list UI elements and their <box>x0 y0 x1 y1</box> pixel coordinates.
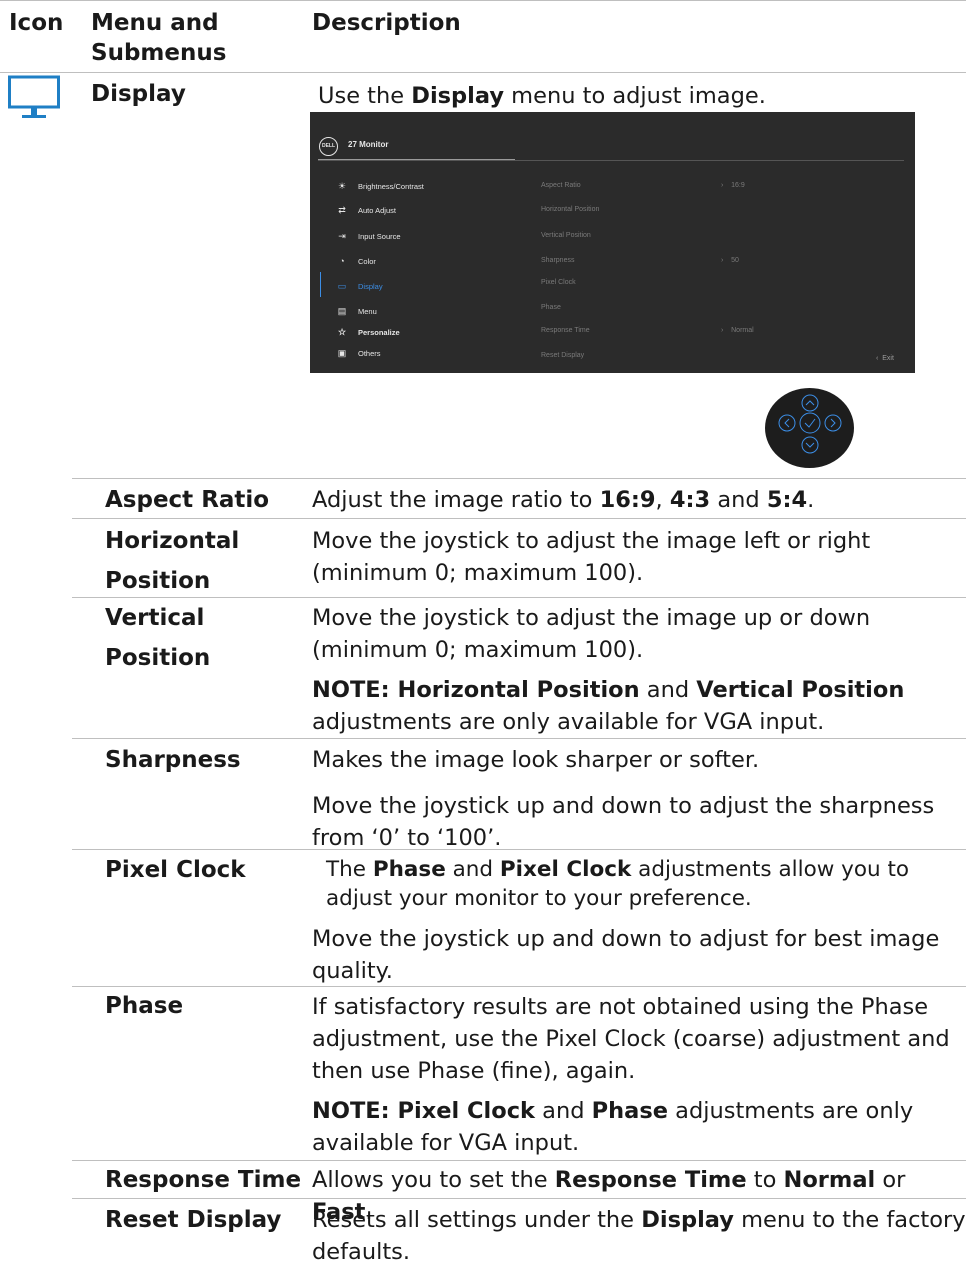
vertical-position-label: Vertical Position <box>105 605 211 671</box>
osd-menu-brightness: ☀ Brightness/Contrast <box>337 181 424 191</box>
vertical-position-note: NOTE: Horizontal Position and Vertical P… <box>312 677 905 735</box>
horizontal-position-desc: Move the joystick to adjust the image le… <box>312 528 871 586</box>
osd-menu-personalize: ☆ Personalize <box>337 327 400 337</box>
brightness-icon: ☀ <box>337 181 347 191</box>
osd-menu-others: ▣ Others <box>337 348 381 358</box>
monitor-icon <box>8 75 60 125</box>
osd-option-pixel-clock: Pixel Clock <box>541 279 576 286</box>
osd-menu-input-source: ⇥ Input Source <box>336 231 400 242</box>
osd-title: 27 Monitor <box>348 140 389 149</box>
aspect-ratio-label: Aspect Ratio <box>105 487 270 513</box>
star-icon: ☆ <box>337 327 347 337</box>
osd-option-response-time: Response Time <box>541 327 590 334</box>
osd-divider <box>318 160 904 161</box>
sharpness-desc-2: Move the joystick up and down to adjust … <box>312 793 935 851</box>
header-divider <box>0 72 966 73</box>
horizontal-position-label: Horizontal Position <box>105 528 240 594</box>
osd-menu-auto-adjust: ⇄ Auto Adjust <box>336 205 396 216</box>
display-description: Use the Display menu to adjust image. <box>318 83 766 109</box>
osd-menu-color: ◔ Color <box>336 256 376 266</box>
osd-option-aspect-ratio: Aspect Ratio <box>541 182 581 189</box>
display-icon: ▭ <box>337 281 347 291</box>
phase-label: Phase <box>105 993 184 1019</box>
reset-display-desc: Resets all settings under the Display me… <box>312 1207 966 1265</box>
osd-option-sharpness: Sharpness <box>541 257 575 264</box>
input-source-icon: ⇥ <box>338 231 346 241</box>
vertical-position-desc: Move the joystick to adjust the image up… <box>312 605 871 663</box>
response-time-label: Response Time <box>105 1167 302 1193</box>
others-icon: ▣ <box>337 348 347 358</box>
color-icon: ◔ <box>339 256 345 266</box>
row-divider <box>72 986 966 987</box>
pixel-clock-desc-2: Move the joystick up and down to adjust … <box>312 926 940 984</box>
header-icon: Icon <box>9 10 64 36</box>
phase-desc: If satisfactory results are not obtained… <box>312 994 950 1084</box>
pixel-clock-label: Pixel Clock <box>105 857 246 883</box>
osd-menu-display: ▭ Display <box>337 281 383 291</box>
row-divider <box>72 738 966 739</box>
osd-value-sharpness: › 50 <box>721 257 739 264</box>
aspect-ratio-desc: Adjust the image ratio to 16:9, 4:3 and … <box>312 487 815 513</box>
reset-display-label: Reset Display <box>105 1207 282 1233</box>
header-menu-text: Menu and Submenus <box>91 10 227 66</box>
sharpness-label: Sharpness <box>105 747 241 773</box>
osd-option-vertical-position: Vertical Position <box>541 232 591 239</box>
osd-selection-bar <box>320 272 321 297</box>
osd-screenshot: DELL 27 Monitor ☀ Brightness/Contrast ⇄ Au… <box>310 112 915 373</box>
row-divider <box>72 518 966 519</box>
joystick-icon <box>765 388 854 468</box>
osd-value-response-time: › Normal <box>721 327 754 334</box>
row-divider <box>72 478 966 479</box>
menu-icon: ▤ <box>337 306 347 316</box>
table-top-border <box>0 0 966 1</box>
phase-note: NOTE: Pixel Clock and Phase adjustments … <box>312 1098 914 1156</box>
pixel-clock-desc: The Phase and Pixel Clock adjustments al… <box>326 857 910 911</box>
auto-adjust-icon: ⇄ <box>338 205 346 215</box>
osd-option-phase: Phase <box>541 304 561 311</box>
dell-logo: DELL <box>319 137 338 156</box>
osd-value-aspect-ratio: › 16:9 <box>721 182 745 189</box>
sharpness-desc: Makes the image look sharper or softer. <box>312 747 760 773</box>
row-divider <box>72 1198 966 1199</box>
osd-option-horizontal-position: Horizontal Position <box>541 206 600 213</box>
osd-menu-menu: ▤ Menu <box>337 306 377 316</box>
osd-option-reset-display: Reset Display <box>541 352 585 359</box>
header-description: Description <box>312 10 461 36</box>
display-label: Display <box>91 81 186 107</box>
header-menu: Menu and Submenus <box>91 8 271 68</box>
osd-exit: ‹ Exit <box>876 355 894 362</box>
